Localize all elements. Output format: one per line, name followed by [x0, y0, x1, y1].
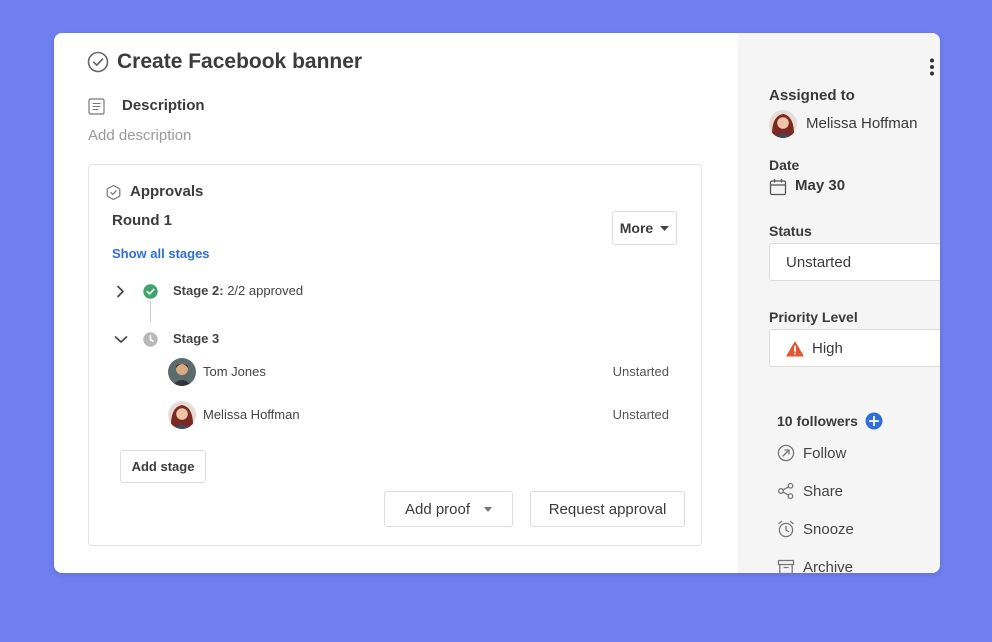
- more-button[interactable]: More: [612, 211, 677, 245]
- round-label: Round 1: [112, 212, 172, 229]
- follow-action[interactable]: Follow: [777, 444, 846, 462]
- clock-icon: [143, 332, 158, 347]
- stage-2-label: Stage 2:: [173, 283, 224, 298]
- chevron-down-icon[interactable]: [114, 335, 128, 344]
- approver-name: Melissa Hoffman: [203, 407, 300, 422]
- avatar[interactable]: [769, 110, 797, 138]
- snooze-label: Snooze: [803, 520, 854, 538]
- share-icon: [777, 482, 795, 500]
- archive-action[interactable]: Archive: [777, 558, 853, 573]
- share-action[interactable]: Share: [777, 482, 843, 500]
- follow-icon: [777, 444, 795, 462]
- status-label: Status: [769, 223, 812, 239]
- task-sidebar: Assigned to Melissa Hoffman Date May 30 …: [738, 33, 940, 573]
- followers-count: 10 followers: [777, 413, 858, 429]
- caret-down-icon: [660, 225, 670, 231]
- approvals-heading: Approvals: [130, 183, 204, 200]
- assigned-to-label: Assigned to: [769, 87, 855, 104]
- task-card: Create Facebook banner Description Add d…: [54, 33, 940, 573]
- avatar: [168, 358, 196, 386]
- priority-value: High: [812, 340, 843, 357]
- approvals-icon: [105, 184, 122, 201]
- add-proof-button[interactable]: Add proof: [384, 491, 513, 527]
- warning-icon: [786, 341, 804, 357]
- stage-3-label[interactable]: Stage 3: [173, 331, 219, 346]
- add-proof-label: Add proof: [404, 500, 471, 518]
- approvals-panel: Approvals Round 1 More Show all stages S…: [88, 164, 702, 546]
- more-vertical-icon[interactable]: [929, 58, 935, 76]
- priority-select[interactable]: High: [769, 329, 940, 367]
- plus-icon[interactable]: [865, 412, 883, 430]
- archive-label: Archive: [803, 558, 854, 574]
- snooze-action[interactable]: Snooze: [777, 520, 854, 538]
- assignee-name[interactable]: Melissa Hoffman: [806, 115, 917, 132]
- snooze-icon: [777, 520, 795, 538]
- show-all-stages-link[interactable]: Show all stages: [112, 246, 210, 261]
- followers: 10 followers: [777, 412, 883, 430]
- calendar-icon: [769, 178, 787, 196]
- request-approval-button[interactable]: Request approval: [530, 491, 685, 527]
- complete-task-icon[interactable]: [87, 51, 109, 73]
- archive-icon: [777, 558, 795, 573]
- caret-down-icon: [484, 506, 493, 512]
- approver-status: Unstarted: [612, 364, 669, 379]
- description-label: Description: [122, 97, 205, 114]
- stage-connector: [150, 301, 151, 322]
- share-label: Share: [803, 482, 844, 500]
- add-stage-button[interactable]: Add stage: [120, 450, 206, 483]
- chevron-right-icon[interactable]: [116, 285, 125, 298]
- task-main: Create Facebook banner Description Add d…: [54, 33, 738, 573]
- task-title[interactable]: Create Facebook banner: [117, 50, 362, 74]
- check-icon: [143, 284, 158, 299]
- status-value: Unstarted: [786, 254, 852, 271]
- stage-2-summary: 2/2 approved: [227, 283, 304, 298]
- date-value[interactable]: May 30: [795, 177, 845, 194]
- description-input[interactable]: Add description: [88, 127, 191, 144]
- avatar: [168, 401, 196, 429]
- approver-status: Unstarted: [612, 407, 669, 422]
- stage-2-row[interactable]: Stage 2: 2/2 approved: [173, 283, 303, 298]
- date-label: Date: [769, 157, 800, 173]
- status-select[interactable]: Unstarted: [769, 243, 940, 281]
- description-icon: [88, 98, 105, 115]
- follow-label: Follow: [803, 444, 847, 462]
- approver-name: Tom Jones: [203, 364, 266, 379]
- priority-label: Priority Level: [769, 309, 858, 325]
- more-label: More: [619, 220, 654, 236]
